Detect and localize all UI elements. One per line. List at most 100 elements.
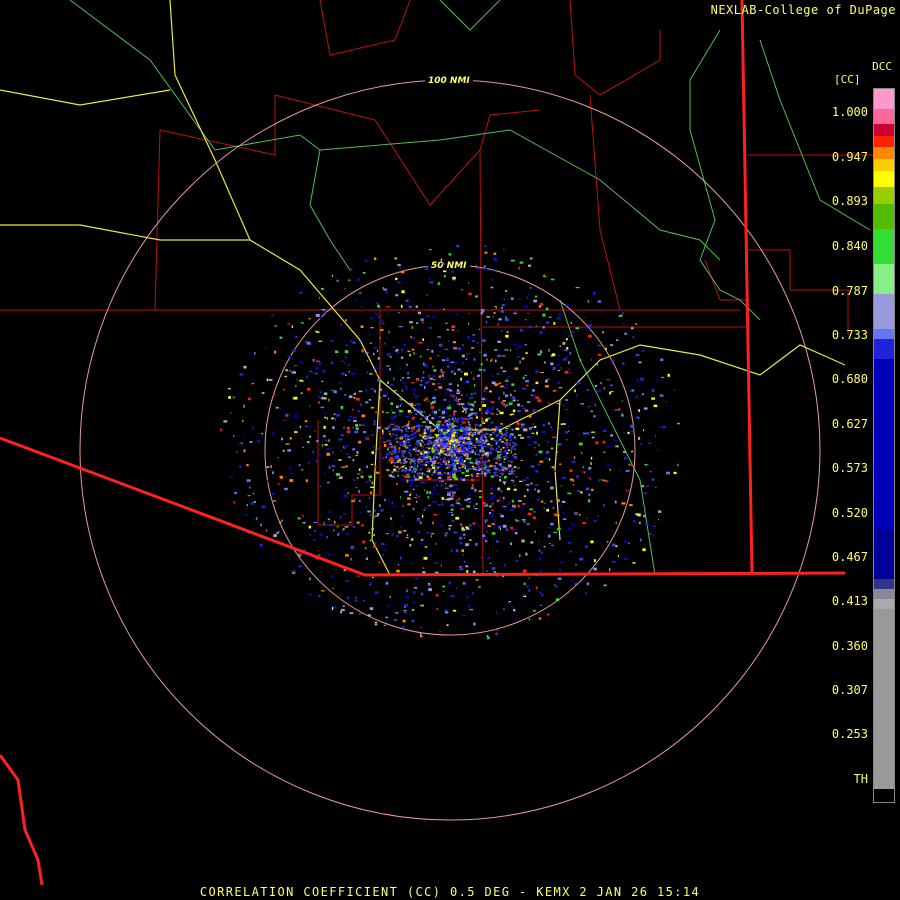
echo-pixel — [509, 436, 512, 439]
echo-pixel — [469, 468, 472, 470]
echo-pixel — [392, 506, 396, 508]
echo-pixel — [445, 357, 449, 361]
echo-pixel — [427, 443, 429, 446]
echo-pixel — [540, 580, 542, 583]
echo-pixel — [346, 426, 350, 430]
echo-pixel — [535, 295, 538, 298]
echo-pixel — [426, 461, 429, 463]
echo-pixel — [293, 570, 296, 573]
echo-pixel — [332, 451, 334, 454]
echo-pixel — [503, 391, 505, 395]
echo-pixel — [501, 474, 504, 477]
echo-pixel — [612, 543, 616, 547]
echo-pixel — [503, 437, 506, 439]
echo-pixel — [462, 582, 466, 585]
echo-pixel — [440, 437, 443, 439]
echo-pixel — [359, 424, 361, 427]
echo-pixel — [510, 400, 514, 403]
echo-pixel — [498, 457, 501, 459]
echo-pixel — [315, 314, 320, 317]
echo-pixel — [319, 485, 322, 488]
echo-pixel — [609, 568, 611, 572]
echo-pixel — [447, 478, 450, 480]
echo-pixel — [568, 542, 572, 544]
echo-pixel — [509, 433, 512, 436]
echo-pixel — [330, 447, 333, 450]
legend-label: 0.253 — [831, 727, 868, 741]
echo-pixel — [465, 411, 467, 414]
echo-pixel — [547, 527, 551, 529]
echo-pixel — [385, 427, 388, 429]
echo-pixel — [330, 361, 334, 365]
echo-pixel — [539, 591, 541, 594]
echo-pixel — [628, 542, 630, 544]
echo-pixel — [478, 368, 482, 371]
echo-pixel — [470, 442, 473, 445]
echo-pixel — [429, 357, 432, 360]
echo-pixel — [513, 484, 516, 486]
echo-pixel — [338, 459, 342, 461]
echo-pixel — [407, 441, 410, 444]
echo-pixel — [585, 592, 587, 595]
echo-pixel — [400, 435, 403, 437]
echo-pixel — [508, 424, 511, 427]
echo-pixel — [479, 457, 481, 460]
echo-pixel — [375, 302, 379, 304]
echo-pixel — [629, 504, 633, 507]
echo-pixel — [272, 471, 274, 474]
echo-pixel — [340, 406, 344, 409]
echo-pixel — [523, 582, 526, 585]
echo-pixel — [511, 442, 514, 444]
echo-pixel — [342, 528, 345, 531]
echo-pixel — [502, 524, 507, 528]
echo-pixel — [467, 441, 470, 444]
echo-pixel — [343, 569, 347, 571]
echo-pixel — [345, 554, 349, 557]
echo-pixel — [433, 441, 436, 443]
echo-pixel — [444, 498, 448, 500]
echo-pixel — [423, 362, 425, 366]
echo-pixel — [410, 404, 414, 407]
echo-pixel — [602, 429, 607, 433]
echo-pixel — [394, 462, 397, 464]
echo-pixel — [390, 369, 392, 371]
echo-pixel — [605, 347, 607, 351]
echo-pixel — [302, 560, 304, 562]
echo-pixel — [391, 416, 395, 420]
echo-pixel — [500, 423, 503, 425]
echo-pixel — [346, 532, 349, 535]
echo-pixel — [536, 498, 541, 501]
echo-pixel — [622, 312, 624, 315]
echo-pixel — [371, 451, 374, 454]
echo-pixel — [513, 311, 518, 313]
echo-pixel — [420, 445, 423, 447]
echo-pixel — [390, 458, 393, 461]
echo-pixel — [361, 306, 363, 308]
echo-pixel — [460, 508, 465, 510]
echo-pixel — [322, 397, 326, 400]
echo-pixel — [528, 589, 530, 592]
echo-pixel — [473, 463, 476, 465]
echo-pixel — [522, 594, 526, 596]
echo-pixel — [480, 439, 483, 441]
echo-pixel — [326, 452, 330, 456]
echo-pixel — [502, 473, 505, 475]
echo-pixel — [569, 550, 573, 553]
echo-pixel — [630, 450, 634, 453]
echo-pixel — [448, 464, 451, 466]
echo-pixel — [454, 366, 456, 369]
echo-pixel — [457, 449, 460, 451]
echo-pixel — [413, 448, 416, 451]
echo-pixel — [471, 468, 474, 470]
echo-pixel — [385, 456, 388, 459]
echo-pixel — [400, 402, 402, 405]
echo-pixel — [324, 444, 328, 446]
echo-pixel — [397, 312, 401, 314]
echo-pixel — [441, 428, 444, 430]
echo-pixel — [290, 472, 294, 475]
echo-pixel — [446, 453, 449, 456]
color-scale-segment — [874, 294, 894, 329]
echo-pixel — [401, 475, 405, 477]
echo-pixel — [407, 422, 410, 426]
echo-pixel — [352, 448, 356, 451]
